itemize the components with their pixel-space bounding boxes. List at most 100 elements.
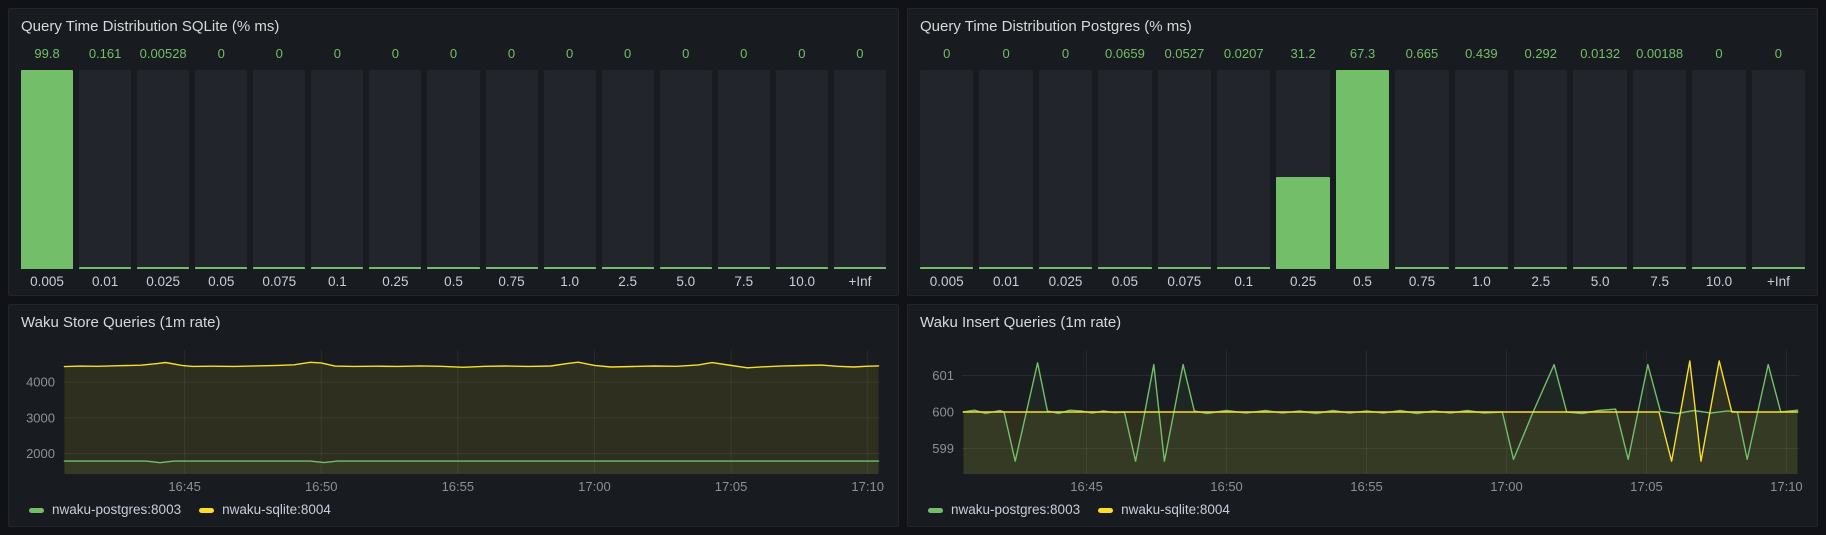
insert-queries-chart: 16:4516:5016:5517:0017:0517:10599600601 [920,334,1805,498]
panel-header: Waku Insert Queries (1m rate) [920,312,1805,334]
bar-value-label: 0 [776,46,828,64]
bar-track [1752,70,1805,269]
legend-series-label: nwaku-postgres:8003 [52,500,181,520]
bar-fill [1158,267,1211,269]
legend-item-nwaku-sqlite:8004[interactable]: nwaku-sqlite:8004 [1098,500,1230,520]
legend-series-swatch [199,508,214,513]
bar-cell: 0.05270.075 [1158,46,1211,289]
bar-cell: 01.0 [544,46,596,289]
bar-value-label: 67.3 [1336,46,1389,64]
legend-series-swatch [928,508,943,513]
bar-track [253,70,305,269]
legend-item-nwaku-postgres:8003[interactable]: nwaku-postgres:8003 [928,500,1080,520]
bar-value-label: 0 [979,46,1032,64]
bar-fill [253,267,305,269]
panel-title-postgres[interactable]: Query Time Distribution Postgres (% ms) [920,16,1192,38]
bar-fill [21,70,73,269]
panel-waku-store-queries: Waku Store Queries (1m rate) 16:4516:501… [8,304,899,527]
bar-fill [1336,70,1389,269]
bar-track [137,70,189,269]
bar-value-label: 99.8 [21,46,73,64]
bar-cell: 0.1610.01 [79,46,131,289]
bar-category-label: 0.025 [1039,269,1092,289]
bar-fill [1633,267,1686,269]
bar-fill [1276,177,1329,269]
bar-track [79,70,131,269]
bar-value-label: 0.161 [79,46,131,64]
bar-track [776,70,828,269]
panel-query-time-sqlite: Query Time Distribution SQLite (% ms) 99… [8,8,899,296]
legend-series-swatch [29,508,44,513]
bar-value-label: 0 [486,46,538,64]
bar-fill [1395,267,1448,269]
bar-track [369,70,421,269]
bar-value-label: 31.2 [1276,46,1329,64]
bar-cell: 00.25 [369,46,421,289]
bar-fill [369,267,421,269]
bar-fill [544,267,596,269]
bar-cell: 0.6650.75 [1395,46,1448,289]
panel-header: Query Time Distribution SQLite (% ms) [21,16,886,38]
bar-category-label: 1.0 [544,269,596,289]
bar-value-label: 0 [1692,46,1745,64]
bar-track [1336,70,1389,269]
bar-cell: 31.20.25 [1276,46,1329,289]
bar-track [660,70,712,269]
bar-track [1395,70,1448,269]
bar-value-label: 0.00188 [1633,46,1686,64]
bar-cell: 0.06590.05 [1098,46,1151,289]
bar-fill [1455,267,1508,269]
x-tick-label: 17:05 [1630,479,1663,494]
legend-item-nwaku-sqlite:8004[interactable]: nwaku-sqlite:8004 [199,500,331,520]
legend-item-nwaku-postgres:8003[interactable]: nwaku-postgres:8003 [29,500,181,520]
bar-cell: 67.30.5 [1336,46,1389,289]
bar-category-label: 0.75 [486,269,538,289]
bar-track [602,70,654,269]
y-tick-label: 3000 [26,410,55,425]
bar-track [1633,70,1686,269]
insert-queries-legend: nwaku-postgres:8003 nwaku-sqlite:8004 [920,500,1805,520]
bar-value-label: 0.292 [1514,46,1567,64]
bar-category-label: 0.05 [195,269,247,289]
bar-fill [834,267,886,269]
panel-title-store-queries[interactable]: Waku Store Queries (1m rate) [21,312,221,334]
x-tick-label: 16:55 [442,479,475,494]
bar-cell: 00.75 [486,46,538,289]
bar-fill [718,267,770,269]
bar-fill [1217,267,1270,269]
y-tick-label: 4000 [26,375,55,390]
bar-value-label: 0 [253,46,305,64]
bar-cell: 010.0 [776,46,828,289]
bar-category-label: 0.025 [137,269,189,289]
bar-value-label: 0 [427,46,479,64]
bar-cell: 0.01325.0 [1573,46,1626,289]
bar-cell: 02.5 [602,46,654,289]
bar-track [1276,70,1329,269]
bar-cell: 00.5 [427,46,479,289]
bar-track [544,70,596,269]
bar-fill [979,267,1032,269]
bar-fill [1039,267,1092,269]
bar-category-label: 10.0 [1692,269,1745,289]
bar-fill [602,267,654,269]
bar-fill [1098,267,1151,269]
x-tick-label: 17:10 [1770,479,1803,494]
bar-value-label: 0.00528 [137,46,189,64]
bar-cell: 0.4391.0 [1455,46,1508,289]
bar-value-label: 0.0659 [1098,46,1151,64]
x-tick-label: 16:50 [1210,479,1243,494]
panel-title-sqlite[interactable]: Query Time Distribution SQLite (% ms) [21,16,279,38]
bar-value-label: 0 [311,46,363,64]
bar-fill [486,267,538,269]
bar-fill [660,267,712,269]
bar-category-label: 0.25 [369,269,421,289]
panel-title-insert-queries[interactable]: Waku Insert Queries (1m rate) [920,312,1121,334]
bar-value-label: 0 [718,46,770,64]
bar-category-label: 2.5 [602,269,654,289]
bar-value-label: 0 [920,46,973,64]
bar-category-label: 0.1 [1217,269,1270,289]
bar-value-label: 0.0207 [1217,46,1270,64]
bar-value-label: 0.0527 [1158,46,1211,64]
legend-series-label: nwaku-sqlite:8004 [222,500,331,520]
bar-fill [427,267,479,269]
